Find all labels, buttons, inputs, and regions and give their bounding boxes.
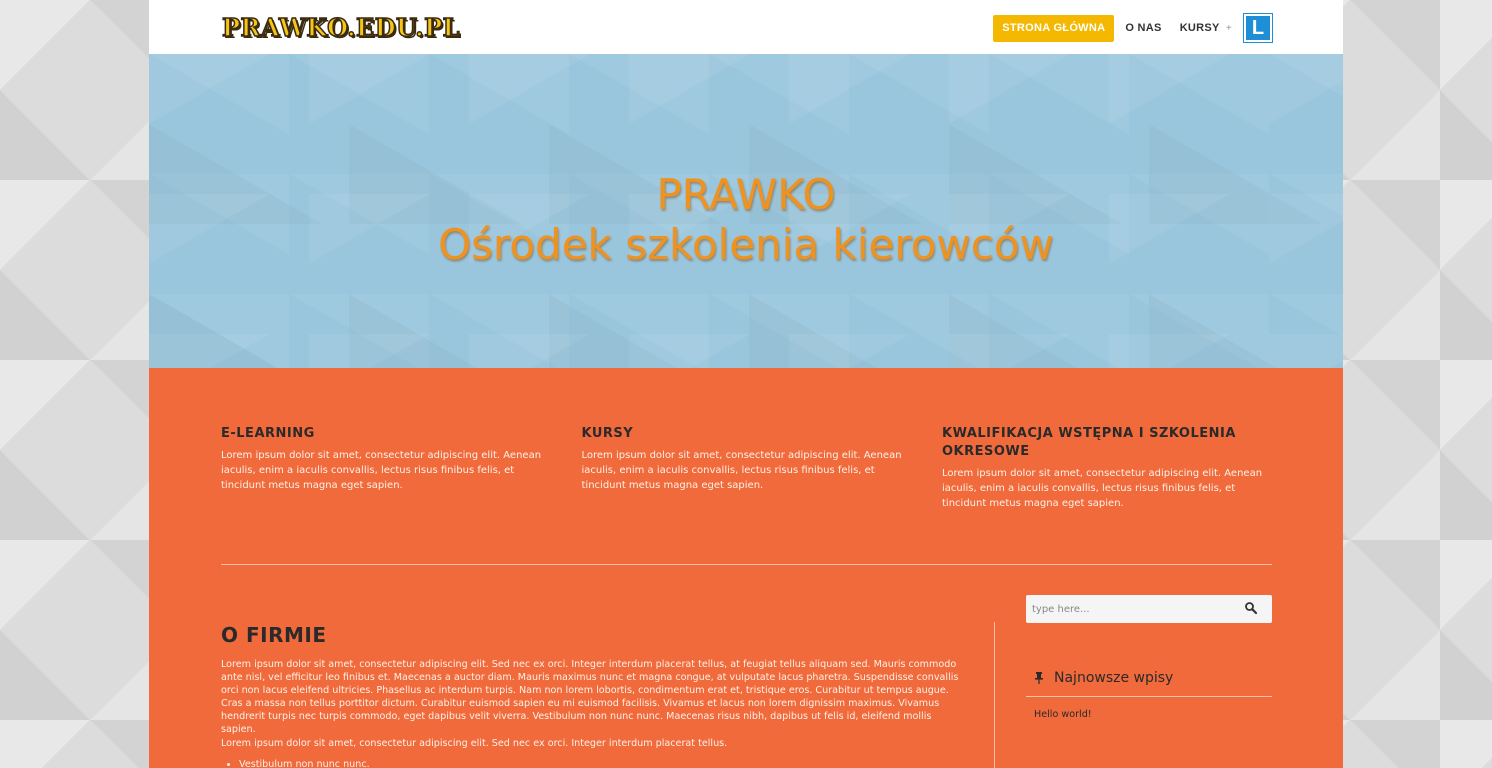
about-list: Vestibulum non nunc nunc. xyxy=(221,758,370,768)
site-header: PRAWKO.EDU.PL STRONA GŁÓWNA O NAS KURSY … xyxy=(149,0,1343,54)
nav-item-home[interactable]: STRONA GŁÓWNA xyxy=(993,14,1115,42)
feature-title[interactable]: KURSY xyxy=(582,425,912,443)
search-input[interactable] xyxy=(1026,596,1238,622)
plus-icon: + xyxy=(1225,22,1232,34)
about-paragraph: Lorem ipsum dolor sit amet, consectetur … xyxy=(221,738,728,749)
features-row: E-LEARNING Lorem ipsum dolor sit amet, c… xyxy=(221,425,1272,511)
search-icon[interactable] xyxy=(1244,601,1258,615)
feature-title[interactable]: E-LEARNING xyxy=(221,425,551,443)
about-paragraph: Lorem ipsum dolor sit amet, consectetur … xyxy=(221,659,959,735)
sidebar-divider xyxy=(994,622,995,768)
feature-elearning: E-LEARNING Lorem ipsum dolor sit amet, c… xyxy=(221,425,551,511)
recent-post-link[interactable]: Hello world! xyxy=(1034,709,1092,720)
nav-item-courses-label: KURSY xyxy=(1179,21,1220,34)
section-divider xyxy=(221,564,1272,565)
feature-courses: KURSY Lorem ipsum dolor sit amet, consec… xyxy=(582,425,912,511)
nav-item-courses[interactable]: KURSY + xyxy=(1171,15,1241,42)
learner-badge-letter: L xyxy=(1251,17,1265,39)
feature-title[interactable]: KWALIFIKACJA WSTĘPNA I SZKOLENIA OKRESOW… xyxy=(942,425,1272,461)
main-nav: STRONA GŁÓWNA O NAS KURSY + L xyxy=(993,12,1272,44)
search-form xyxy=(1026,595,1272,623)
feature-text: Lorem ipsum dolor sit amet, consectetur … xyxy=(581,450,902,491)
learner-badge-icon[interactable]: L xyxy=(1244,14,1272,42)
feature-text: Lorem ipsum dolor sit amet, consectetur … xyxy=(221,450,542,491)
page: PRAWKO.EDU.PL STRONA GŁÓWNA O NAS KURSY … xyxy=(149,0,1343,768)
hero-title: PRAWKO xyxy=(656,170,836,219)
feature-qualification: KWALIFIKACJA WSTĘPNA I SZKOLENIA OKRESOW… xyxy=(942,425,1272,511)
about-title: O FIRMIE xyxy=(221,623,327,647)
feature-text: Lorem ipsum dolor sit amet, consectetur … xyxy=(942,468,1263,509)
recent-posts-title: Najnowsze wpisy xyxy=(1054,670,1174,686)
hero-subtitle: Ośrodek szkolenia kierowców xyxy=(438,220,1054,269)
recent-posts-header: Najnowsze wpisy xyxy=(1026,668,1272,697)
nav-item-about[interactable]: O NAS xyxy=(1116,15,1170,42)
site-logo[interactable]: PRAWKO.EDU.PL xyxy=(221,12,460,43)
pin-icon xyxy=(1035,672,1043,684)
hero-banner: PRAWKO Ośrodek szkolenia kierowców xyxy=(149,54,1343,368)
list-item: Vestibulum non nunc nunc. xyxy=(239,758,370,768)
